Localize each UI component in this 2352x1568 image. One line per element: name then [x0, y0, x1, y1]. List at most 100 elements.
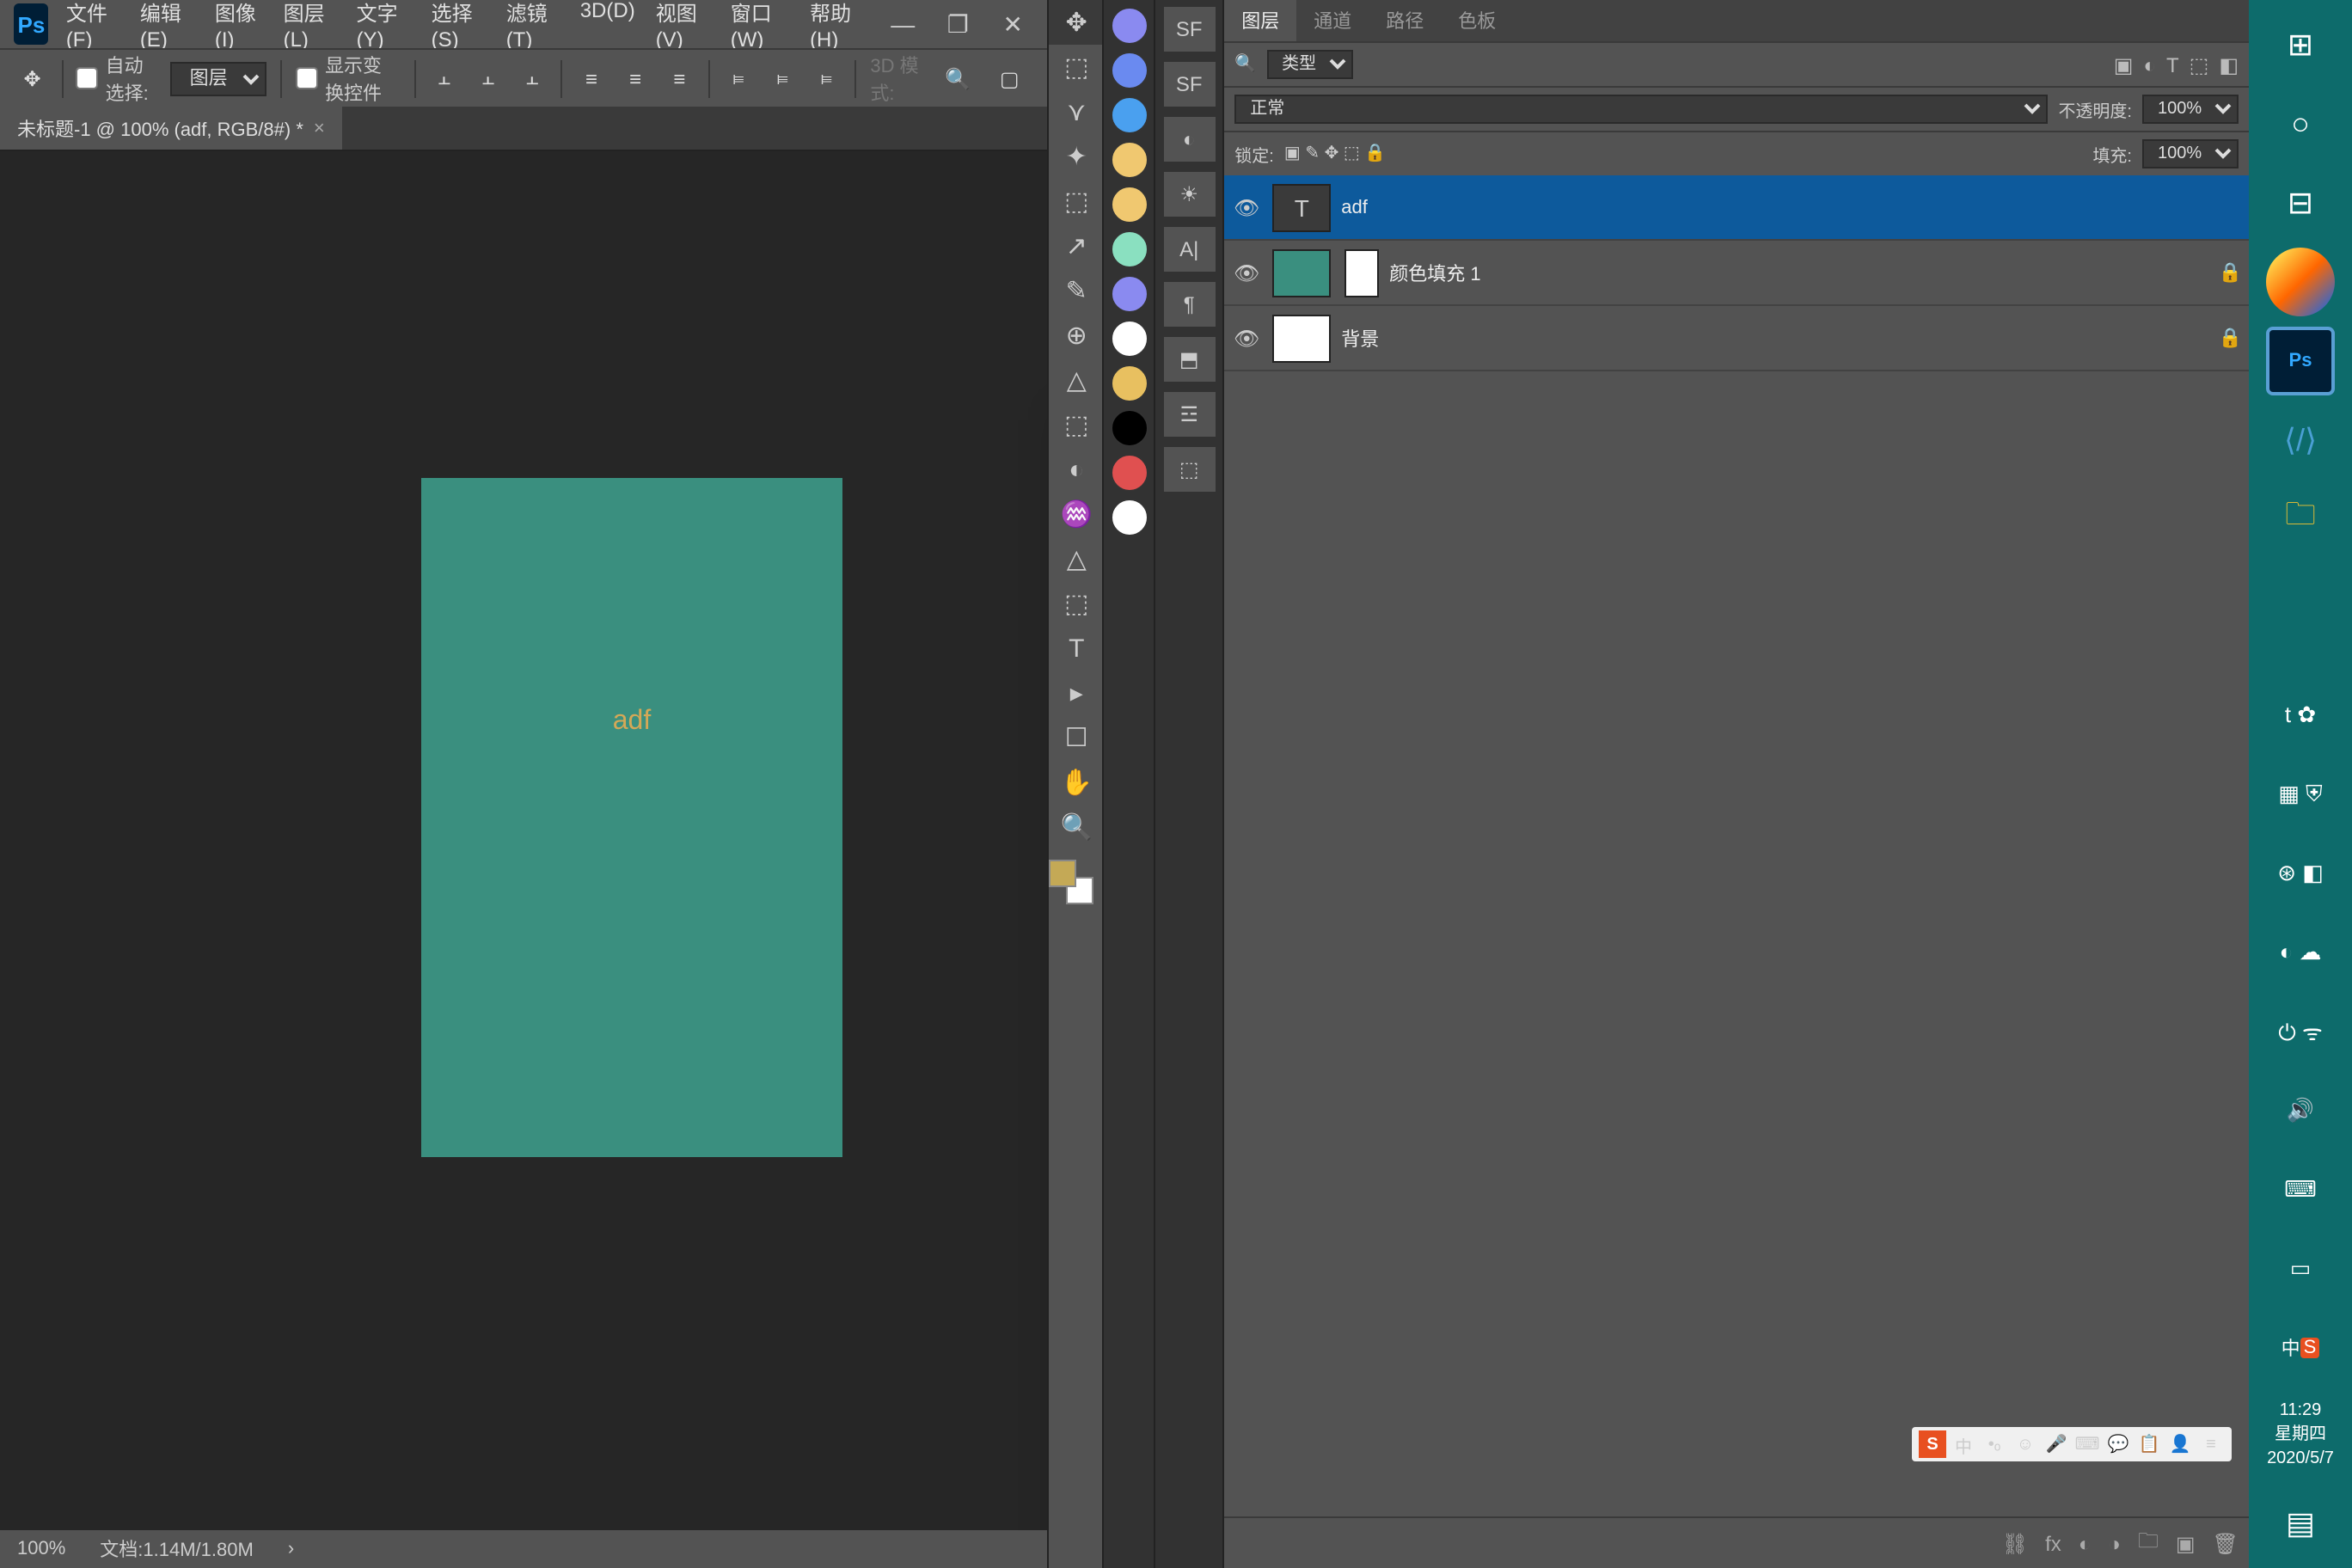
tray-icon[interactable]: ⊛ ◧ [2266, 839, 2335, 908]
panel-tab[interactable]: 色板 [1441, 0, 1513, 41]
tool-button[interactable]: △ [1049, 536, 1104, 581]
tray-icon[interactable]: ⏻ ᯤ [2266, 997, 2335, 1066]
canvas-area[interactable]: adf ‹‹ × 设计助理 ≡ ▦ ⊞ ⬚ A Aₐ ★ [0, 151, 1047, 1530]
auto-select-check[interactable]: 自动选择: [77, 51, 157, 106]
visibility-icon[interactable]: 👁 [1231, 260, 1262, 285]
zoom-level[interactable]: 100% [17, 1539, 65, 1559]
panel-tab[interactable]: 图层 [1224, 0, 1296, 41]
mini-panel-icon[interactable]: A| [1163, 227, 1215, 272]
tool-button[interactable]: ▸ [1049, 671, 1104, 715]
workspace-icon[interactable]: ▢ [989, 58, 1030, 99]
app-icon[interactable] [2266, 248, 2335, 316]
document-canvas[interactable]: adf [421, 478, 842, 1157]
layer-row[interactable]: 👁背景🔒 [1224, 306, 2249, 371]
close-tab-icon[interactable]: × [314, 118, 325, 138]
mini-panel-icon[interactable]: SF [1163, 7, 1215, 52]
tray-icon[interactable]: ▦ ⛨ [2266, 760, 2335, 829]
color-swatch[interactable] [1110, 320, 1148, 358]
tool-button[interactable]: ⋎ [1049, 89, 1104, 134]
distribute-icon[interactable]: ≡ [665, 58, 695, 99]
distribute-icon[interactable]: ≡ [620, 58, 650, 99]
tool-button[interactable]: ✥ [1049, 0, 1104, 45]
cortana-icon[interactable]: ○ [2266, 89, 2335, 158]
visibility-icon[interactable]: 👁 [1231, 195, 1262, 219]
tool-button[interactable]: ♒ [1049, 492, 1104, 536]
filter-type-select[interactable]: 类型 [1266, 50, 1352, 79]
ime-icon[interactable]: 中 S [2266, 1314, 2335, 1382]
tool-button[interactable]: ⬚ [1049, 581, 1104, 626]
mask-icon[interactable]: ◐ [2079, 1531, 2092, 1555]
tool-button[interactable]: ⬚ [1049, 402, 1104, 447]
blend-mode-select[interactable]: 正常 [1234, 95, 2048, 124]
search-icon[interactable]: 🔍 [937, 58, 978, 99]
tool-button[interactable]: ⊕ [1049, 313, 1104, 358]
tool-button[interactable]: T [1049, 626, 1104, 671]
color-swatch[interactable] [1110, 96, 1148, 134]
tool-button[interactable]: ⬚ [1049, 179, 1104, 224]
opacity-select[interactable]: 100% [2142, 95, 2239, 124]
color-swatch[interactable] [1110, 275, 1148, 313]
start-button[interactable]: ⊞ [2266, 10, 2335, 79]
color-swatch[interactable] [1110, 499, 1148, 536]
minimize-button[interactable]: — [882, 7, 923, 41]
color-swatch[interactable] [1110, 52, 1148, 89]
mini-panel-icon[interactable]: ¶ [1163, 282, 1215, 327]
mini-panel-icon[interactable]: SF [1163, 62, 1215, 107]
color-swatch[interactable] [1110, 230, 1148, 268]
tool-button[interactable]: ☐ [1049, 715, 1104, 760]
align-icon[interactable]: ⫠ [473, 58, 503, 99]
ime-tray[interactable]: S 中•ₒ☺ 🎤⌨💬 📋👤≡ [1912, 1427, 2232, 1461]
tool-button[interactable]: ✦ [1049, 134, 1104, 179]
scope-select[interactable]: 图层 [171, 61, 267, 95]
move-tool-icon[interactable]: ✥ [17, 58, 47, 99]
folder-icon[interactable]: 🗀 [2138, 1525, 2159, 1561]
tool-button[interactable]: ✎ [1049, 268, 1104, 313]
align-icon[interactable]: ⫠ [429, 58, 459, 99]
keyboard-icon[interactable]: ⌨ [2266, 1155, 2335, 1224]
color-swatch[interactable] [1110, 186, 1148, 224]
photoshop-taskbar-icon[interactable]: Ps [2266, 327, 2335, 395]
tool-button[interactable]: △ [1049, 358, 1104, 402]
tray-icon[interactable]: t ✿ [2266, 681, 2335, 750]
color-swatch[interactable] [1110, 364, 1148, 402]
tool-button[interactable]: ⬚ [1049, 45, 1104, 89]
mini-panel-icon[interactable]: ☀ [1163, 172, 1215, 217]
distribute-icon[interactable]: ≡ [576, 58, 606, 99]
distribute-icon[interactable]: ⫢ [768, 58, 798, 99]
link-icon[interactable]: ⛓ [2002, 1531, 2028, 1555]
color-picker[interactable] [1049, 860, 1093, 904]
canvas-text-layer[interactable]: adf [613, 707, 652, 738]
taskview-icon[interactable]: ⊟ [2266, 168, 2335, 237]
mini-panel-icon[interactable]: ⬚ [1163, 447, 1215, 492]
volume-icon[interactable]: 🔊 [2266, 1076, 2335, 1145]
project-icon[interactable]: ▭ [2266, 1234, 2335, 1303]
explorer-icon[interactable]: 🗀 [2266, 485, 2335, 554]
layer-row[interactable]: 👁Tadf [1224, 175, 2249, 241]
tray-icon[interactable]: ◐ ☁ [2266, 918, 2335, 987]
color-swatch[interactable] [1110, 141, 1148, 179]
tool-button[interactable]: ↗ [1049, 224, 1104, 268]
mini-panel-icon[interactable]: ☲ [1163, 392, 1215, 437]
close-button[interactable]: ✕ [992, 7, 1033, 41]
panel-tab[interactable]: 通道 [1296, 0, 1369, 41]
color-swatch[interactable] [1110, 7, 1148, 45]
color-swatch[interactable] [1110, 409, 1148, 447]
tool-button[interactable]: ◐ [1049, 447, 1104, 492]
adjustment-icon[interactable]: ◑ [2108, 1531, 2121, 1555]
notifications-icon[interactable]: ▤ [2266, 1489, 2335, 1558]
mini-panel-icon[interactable]: ◐ [1163, 117, 1215, 162]
mini-panel-icon[interactable]: ⬒ [1163, 337, 1215, 382]
show-transform-check[interactable]: 显示变换控件 [296, 51, 401, 106]
layer-row[interactable]: 👁颜色填充 1🔒 [1224, 241, 2249, 306]
fill-select[interactable]: 100% [2142, 139, 2239, 168]
vscode-icon[interactable]: ⟨/⟩ [2266, 406, 2335, 475]
align-icon[interactable]: ⫠ [518, 58, 548, 99]
panel-tab[interactable]: 路径 [1369, 0, 1441, 41]
maximize-button[interactable]: ❐ [937, 7, 978, 41]
distribute-icon[interactable]: ⫢ [812, 58, 842, 99]
new-layer-icon[interactable]: ▣ [2176, 1531, 2196, 1555]
tool-button[interactable]: ✋ [1049, 760, 1104, 805]
visibility-icon[interactable]: 👁 [1231, 326, 1262, 350]
clock[interactable]: 11:29 星期四 2020/5/7 [2267, 1393, 2334, 1479]
document-tab[interactable]: 未标题-1 @ 100% (adf, RGB/8#) * × [0, 107, 342, 150]
